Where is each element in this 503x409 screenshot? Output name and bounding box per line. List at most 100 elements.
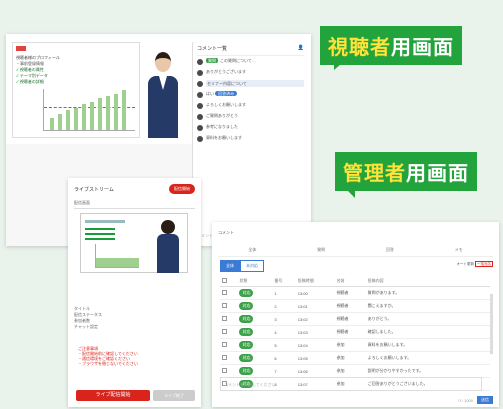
comment-item[interactable]: 質問 この質問について… bbox=[197, 58, 304, 65]
row-number: 1 bbox=[272, 286, 296, 300]
comment-text: 質問 この質問について… bbox=[206, 58, 304, 63]
tab-pending[interactable]: 未対応 bbox=[240, 260, 264, 272]
status-pill[interactable]: 対応 bbox=[239, 341, 254, 349]
comment-item[interactable]: はい 回答済み bbox=[197, 91, 304, 98]
column-tab[interactable]: 回答 bbox=[386, 247, 394, 253]
admin-comment-screen: コメント 全体 質問 回答 メモ 全体 未対応 オート更新 一括対応 状態 番号… bbox=[212, 222, 499, 407]
row-checkbox[interactable] bbox=[222, 355, 227, 360]
status-pill[interactable]: 対応 bbox=[239, 367, 254, 375]
send-button[interactable]: 送信 bbox=[477, 396, 493, 404]
row-content: 質問があります。 bbox=[365, 286, 490, 300]
row-name: 視聴者 bbox=[334, 325, 366, 339]
comment-item[interactable]: ありがとうございます bbox=[197, 69, 304, 76]
comment-item[interactable]: よろしくお願いします bbox=[197, 102, 304, 109]
preview-line bbox=[85, 220, 125, 223]
table-row[interactable]: 対応 4 13:03 視聴者 確認しました。 bbox=[220, 325, 490, 339]
chart-bar bbox=[82, 104, 86, 130]
row-time: 13:05 bbox=[295, 351, 335, 365]
status-pill[interactable]: 対応 bbox=[239, 302, 254, 310]
table-row[interactable]: 対応 5 13:04 参加 資料をお願いします。 bbox=[220, 338, 490, 352]
comment-text: はい 回答済み bbox=[206, 91, 304, 96]
stream-tab[interactable]: 配信画面 bbox=[74, 200, 195, 209]
label-emphasis: 管理者 bbox=[343, 163, 406, 185]
table-row[interactable]: 対応 6 13:05 参加 よろしくお願いします。 bbox=[220, 351, 490, 365]
chart-bar bbox=[66, 110, 70, 130]
row-checkbox[interactable] bbox=[222, 303, 227, 308]
row-name: 視聴者 bbox=[334, 312, 366, 326]
stop-live-button[interactable]: ライブ終了 bbox=[153, 390, 195, 401]
table-row[interactable]: 対応 7 13:06 参加 説明が分かりやすかったです。 bbox=[220, 364, 490, 378]
row-name: 参加 bbox=[334, 364, 366, 378]
comment-body: よろしくお願いします bbox=[206, 102, 246, 107]
stream-info: タイトル 配信ステータス 参加者数 チャット設定 bbox=[74, 306, 102, 330]
avatar bbox=[197, 92, 203, 98]
comment-text: 資料をお願いします bbox=[206, 135, 304, 140]
row-number: 7 bbox=[272, 364, 296, 378]
answered-badge: 回答済み bbox=[215, 91, 238, 96]
comment-body: はい bbox=[206, 91, 214, 96]
status-pill[interactable]: 対応 bbox=[239, 354, 254, 362]
row-number: 4 bbox=[272, 325, 296, 339]
user-icon[interactable]: 👤 bbox=[298, 45, 304, 52]
table-row[interactable]: 対応 2 13:01 視聴者 聞こえますか。 bbox=[220, 299, 490, 313]
row-number: 6 bbox=[272, 351, 296, 365]
row-name: 視聴者 bbox=[334, 286, 366, 300]
column-tab[interactable]: 全体 bbox=[248, 247, 256, 253]
comment-item[interactable]: 資料をお願いします bbox=[197, 135, 304, 142]
admin-comment-input[interactable]: コメントを入力してください bbox=[220, 377, 482, 391]
scrollbar[interactable] bbox=[490, 294, 493, 354]
table-row[interactable]: 対応 3 13:02 視聴者 ありがとう。 bbox=[220, 312, 490, 326]
comment-item[interactable]: 参考になりました bbox=[197, 124, 304, 131]
avatar bbox=[197, 59, 203, 65]
notice-box: ご注意事項 ・配信開始前に確認してください ・通信環境をご確認ください ・ブラウ… bbox=[78, 346, 138, 366]
column-tab[interactable]: メモ bbox=[455, 247, 463, 253]
row-content: 説明が分かりやすかったです。 bbox=[365, 364, 490, 378]
comment-filter-select[interactable]: コメント一覧 bbox=[197, 45, 227, 52]
comment-text: 参考になりました bbox=[206, 124, 304, 129]
admin-screen-label: 管理者用画面 bbox=[335, 152, 477, 198]
comment-item[interactable]: セミナー内容について bbox=[197, 80, 304, 87]
table-row[interactable]: 対応 1 13:00 視聴者 質問があります。 bbox=[220, 286, 490, 300]
comment-body: ご質問ありがとう bbox=[206, 113, 238, 118]
comment-panel: コメント一覧 👤 質問 この質問について… ありがとうございますセミナー内容について… bbox=[192, 42, 308, 246]
row-checkbox[interactable] bbox=[222, 368, 227, 373]
comment-text: ご質問ありがとう bbox=[206, 113, 304, 118]
label-pointer bbox=[334, 58, 348, 70]
row-content: ありがとう。 bbox=[365, 312, 490, 326]
column-tab[interactable]: 質問 bbox=[317, 247, 325, 253]
row-checkbox[interactable] bbox=[222, 342, 227, 347]
admin-stream-screen: ライブストリーム 配信開始 配信画面 タイトル 配信ステータス 参加者数 チャット設定… bbox=[68, 178, 201, 407]
filter-bar: オート更新 一括対応 bbox=[457, 261, 493, 267]
row-name: 参加 bbox=[334, 338, 366, 352]
bulk-action-button[interactable]: 一括対応 bbox=[475, 261, 493, 267]
stream-title: ライブストリーム bbox=[74, 187, 114, 193]
logo bbox=[16, 46, 26, 51]
row-checkbox[interactable] bbox=[222, 290, 227, 295]
slide-chart bbox=[43, 89, 135, 131]
row-number: 2 bbox=[272, 299, 296, 313]
comment-body: この質問について… bbox=[220, 58, 256, 63]
comment-list: 質問 この質問について… ありがとうございます セミナー内容について はい 回答済み よろ… bbox=[197, 58, 304, 142]
comment-table: 状態 番号 投稿時間 名前 投稿内容 対応 1 13:00 視聴者 質問があります。 対応… bbox=[220, 276, 490, 391]
status-pill[interactable]: 対応 bbox=[239, 328, 254, 336]
row-checkbox[interactable] bbox=[222, 329, 227, 334]
select-all-checkbox[interactable] bbox=[222, 278, 227, 283]
table-header-row: 状態 番号 投稿時間 名前 投稿内容 bbox=[220, 276, 490, 287]
stream-preview bbox=[80, 213, 188, 273]
comment-tag: 質問 bbox=[206, 58, 218, 63]
chart-bar bbox=[98, 98, 102, 130]
avatar bbox=[197, 70, 203, 76]
tab-all[interactable]: 全体 bbox=[220, 260, 240, 272]
label-pointer bbox=[341, 184, 355, 198]
column-tabs: 全体 質問 回答 メモ bbox=[218, 247, 493, 257]
section-title: コメント bbox=[218, 230, 234, 235]
status-pill[interactable]: 対応 bbox=[239, 289, 254, 297]
header-cell: 状態 bbox=[237, 276, 273, 287]
row-checkbox[interactable] bbox=[222, 316, 227, 321]
status-pill[interactable]: 対応 bbox=[239, 315, 254, 323]
comment-item[interactable]: ご質問ありがとう bbox=[197, 113, 304, 120]
comment-text: セミナー内容について bbox=[206, 80, 304, 87]
start-live-button[interactable]: ライブ配信開始 bbox=[76, 390, 150, 401]
live-status-button[interactable]: 配信開始 bbox=[169, 184, 195, 194]
auto-refresh-toggle[interactable]: オート更新 bbox=[457, 262, 475, 266]
